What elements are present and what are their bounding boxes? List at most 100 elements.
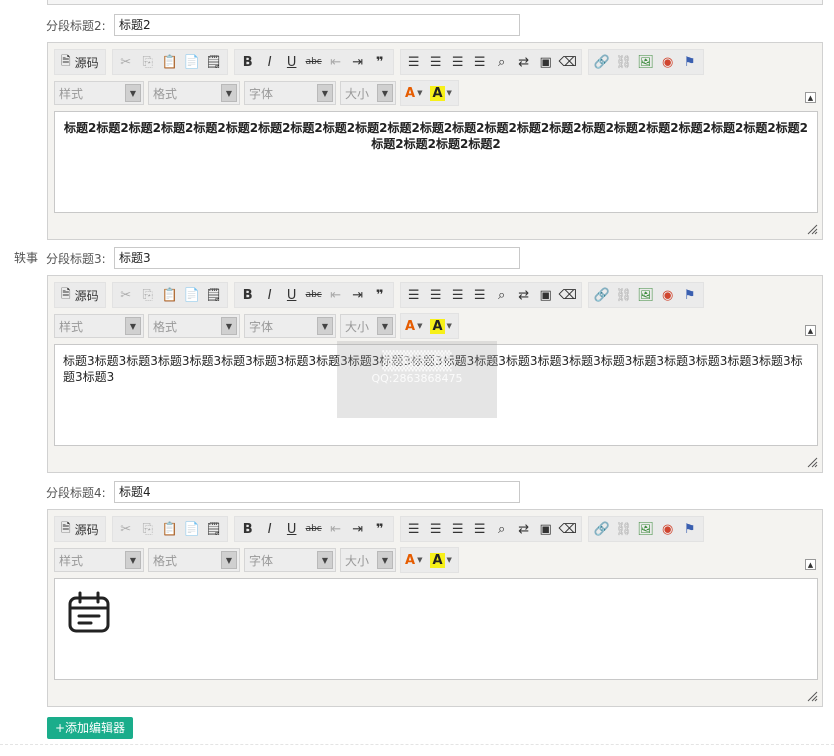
font-select[interactable]: 字体 ▼ [244,548,336,572]
align-justify-icon[interactable]: ☰ [469,519,491,539]
text-color-icon[interactable]: A ▼ [402,81,425,105]
outdent-icon[interactable]: ⇤ [325,519,347,539]
select-all-icon[interactable]: ▣ [535,519,557,539]
indent-icon[interactable]: ⇥ [347,52,369,72]
copy-icon[interactable]: ⎘ [137,52,159,72]
blockquote-icon[interactable]: ❞ [369,519,391,539]
align-justify-icon[interactable]: ☰ [469,52,491,72]
align-right-icon[interactable]: ☰ [447,519,469,539]
bold-icon[interactable]: B [237,519,259,539]
style-select[interactable]: 样式 ▼ [54,548,144,572]
paste-icon[interactable]: 📋 [159,52,181,72]
image-icon[interactable]: 🖼 [635,519,657,539]
strikethrough-icon[interactable]: abc [303,52,325,72]
paste-icon[interactable]: 📋 [159,519,181,539]
paste-text-icon[interactable]: 📄 [181,519,203,539]
unlink-icon[interactable]: ⛓ [613,285,635,305]
anchor-flag-icon[interactable]: ⚑ [679,285,701,305]
outdent-icon[interactable]: ⇤ [325,52,347,72]
paste-word-icon[interactable]: 🗒 [203,52,225,72]
paste-word-icon[interactable]: 🗒 [203,519,225,539]
style-select[interactable]: 样式 ▼ [54,314,144,338]
replace-icon[interactable]: ⇄ [513,52,535,72]
bg-color-icon[interactable]: A ▼ [427,314,454,338]
media-icon[interactable]: ◉ [657,519,679,539]
collapse-toolbar-icon[interactable]: ▲ [805,92,816,103]
bg-color-icon[interactable]: A ▼ [427,548,454,572]
blockquote-icon[interactable]: ❞ [369,285,391,305]
unlink-icon[interactable]: ⛓ [613,52,635,72]
copy-icon[interactable]: ⎘ [137,519,159,539]
cut-icon[interactable]: ✂ [115,52,137,72]
align-justify-icon[interactable]: ☰ [469,285,491,305]
align-right-icon[interactable]: ☰ [447,52,469,72]
font-select[interactable]: 字体 ▼ [244,81,336,105]
italic-icon[interactable]: I [259,519,281,539]
section-title-input[interactable]: 标题2 [114,14,520,36]
source-button[interactable]: 🗎 源码 [57,52,103,72]
align-center-icon[interactable]: ☰ [425,52,447,72]
add-editor-button[interactable]: +添加编辑器 [47,717,134,739]
cut-icon[interactable]: ✂ [115,285,137,305]
underline-icon[interactable]: U [281,519,303,539]
find-icon[interactable]: ⌕ [491,519,513,539]
format-select[interactable]: 格式 ▼ [148,548,240,572]
indent-icon[interactable]: ⇥ [347,519,369,539]
editor-content[interactable]: 标题3标题3标题3标题3标题3标题3标题3标题3标题3标题3标题3标题3标题3标… [54,344,818,446]
underline-icon[interactable]: U [281,285,303,305]
align-right-icon[interactable]: ☰ [447,285,469,305]
italic-icon[interactable]: I [259,285,281,305]
size-select[interactable]: 大小 ▼ [340,81,396,105]
size-select[interactable]: 大小 ▼ [340,314,396,338]
align-left-icon[interactable]: ☰ [403,52,425,72]
find-icon[interactable]: ⌕ [491,52,513,72]
eraser-icon[interactable]: ⌫ [557,285,579,305]
blockquote-icon[interactable]: ❞ [369,52,391,72]
text-color-icon[interactable]: A ▼ [402,314,425,338]
editor-content[interactable] [54,578,818,680]
link-icon[interactable]: 🔗 [591,519,613,539]
eraser-icon[interactable]: ⌫ [557,519,579,539]
cut-icon[interactable]: ✂ [115,519,137,539]
image-icon[interactable]: 🖼 [635,285,657,305]
link-icon[interactable]: 🔗 [591,52,613,72]
font-select[interactable]: 字体 ▼ [244,314,336,338]
find-icon[interactable]: ⌕ [491,285,513,305]
editor-content[interactable]: 标题2标题2标题2标题2标题2标题2标题2标题2标题2标题2标题2标题2标题2标… [54,111,818,213]
eraser-icon[interactable]: ⌫ [557,52,579,72]
style-select[interactable]: 样式 ▼ [54,81,144,105]
outdent-icon[interactable]: ⇤ [325,285,347,305]
align-left-icon[interactable]: ☰ [403,519,425,539]
anchor-flag-icon[interactable]: ⚑ [679,52,701,72]
resize-handle-icon[interactable] [807,691,818,702]
collapse-toolbar-icon[interactable]: ▲ [805,325,816,336]
section-title-input[interactable]: 标题3 [114,247,520,269]
resize-handle-icon[interactable] [807,224,818,235]
strikethrough-icon[interactable]: abc [303,285,325,305]
underline-icon[interactable]: U [281,52,303,72]
section-title-input[interactable]: 标题4 [114,481,520,503]
format-select[interactable]: 格式 ▼ [148,314,240,338]
bold-icon[interactable]: B [237,52,259,72]
source-button[interactable]: 🗎 源码 [57,285,103,305]
paste-text-icon[interactable]: 📄 [181,52,203,72]
collapse-toolbar-icon[interactable]: ▲ [805,559,816,570]
media-icon[interactable]: ◉ [657,52,679,72]
align-center-icon[interactable]: ☰ [425,519,447,539]
size-select[interactable]: 大小 ▼ [340,548,396,572]
media-icon[interactable]: ◉ [657,285,679,305]
paste-icon[interactable]: 📋 [159,285,181,305]
anchor-flag-icon[interactable]: ⚑ [679,519,701,539]
bg-color-icon[interactable]: A ▼ [427,81,454,105]
format-select[interactable]: 格式 ▼ [148,81,240,105]
image-icon[interactable]: 🖼 [635,52,657,72]
link-icon[interactable]: 🔗 [591,285,613,305]
resize-handle-icon[interactable] [807,457,818,468]
italic-icon[interactable]: I [259,52,281,72]
indent-icon[interactable]: ⇥ [347,285,369,305]
source-button[interactable]: 🗎 源码 [57,519,103,539]
replace-icon[interactable]: ⇄ [513,519,535,539]
align-left-icon[interactable]: ☰ [403,285,425,305]
paste-word-icon[interactable]: 🗒 [203,285,225,305]
paste-text-icon[interactable]: 📄 [181,285,203,305]
